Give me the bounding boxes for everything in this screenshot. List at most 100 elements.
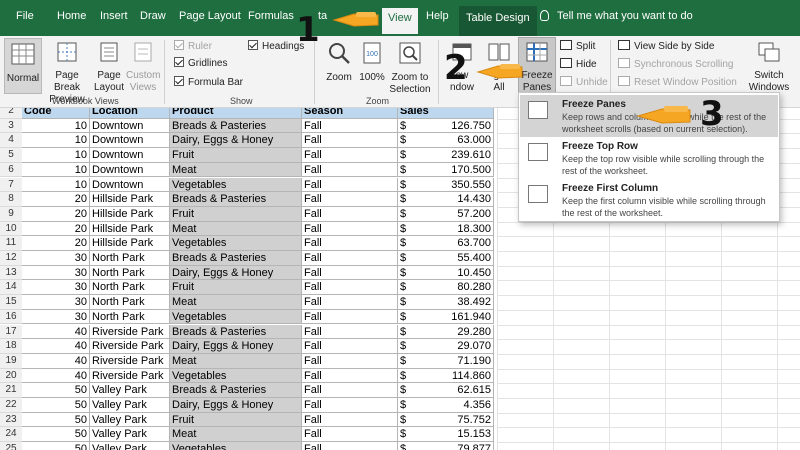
table-cell[interactable]: Breads & Pasteries [170, 118, 302, 134]
table-cell[interactable]: North Park [90, 280, 170, 296]
table-cell[interactable]: $80.280 [398, 280, 494, 296]
table-cell[interactable]: 30 [22, 265, 90, 281]
table-cell[interactable]: Meat [170, 295, 302, 310]
table-cell[interactable]: 20 [22, 221, 90, 237]
table-cell[interactable]: Fall [302, 398, 398, 413]
table-cell[interactable]: 30 [22, 295, 90, 310]
column-header-cell[interactable]: Location [90, 108, 170, 119]
table-cell[interactable]: Hillside Park [90, 221, 170, 237]
table-cell[interactable]: Valley Park [90, 398, 170, 413]
synchronous-scrolling-button[interactable]: Synchronous Scrolling [618, 58, 734, 72]
table-cell[interactable]: Fall [302, 118, 398, 134]
column-header-cell[interactable]: Season [302, 108, 398, 119]
gridlines-checkbox[interactable]: Gridlines [174, 57, 227, 71]
table-cell[interactable]: Fall [302, 221, 398, 237]
table-cell[interactable]: Breads & Pasteries [170, 192, 302, 207]
table-cell[interactable]: Fall [302, 442, 398, 450]
table-cell[interactable]: Fall [302, 177, 398, 193]
table-cell[interactable]: $62.615 [398, 383, 494, 398]
table-cell[interactable]: Valley Park [90, 412, 170, 428]
table-cell[interactable]: Hillside Park [90, 236, 170, 251]
table-cell[interactable]: Fall [302, 353, 398, 369]
table-cell[interactable]: $79.877 [398, 442, 494, 450]
table-cell[interactable]: 30 [22, 251, 90, 266]
row-header[interactable]: 17 [0, 324, 22, 340]
table-cell[interactable]: Fruit [170, 412, 302, 428]
table-cell[interactable]: Fall [302, 206, 398, 222]
split-button[interactable]: Split [560, 40, 595, 54]
row-header[interactable]: 20 [0, 368, 22, 384]
tab-page-layout[interactable]: Page Layout [179, 10, 241, 22]
table-cell[interactable]: 50 [22, 398, 90, 413]
menu-item-freeze-first-column[interactable]: Freeze First Column Keep the first colum… [520, 179, 778, 221]
zoom-button[interactable]: Zoom [322, 41, 356, 84]
table-cell[interactable]: $239.610 [398, 148, 494, 163]
table-cell[interactable]: 20 [22, 236, 90, 251]
unhide-button[interactable]: Unhide [560, 76, 608, 90]
table-cell[interactable]: Fall [302, 383, 398, 398]
table-cell[interactable]: $114.860 [398, 368, 494, 384]
row-header[interactable]: 24 [0, 427, 22, 443]
table-cell[interactable]: Fall [302, 324, 398, 340]
table-cell[interactable]: Fall [302, 162, 398, 178]
table-cell[interactable]: North Park [90, 295, 170, 310]
table-cell[interactable]: Fall [302, 368, 398, 384]
table-cell[interactable]: Riverside Park [90, 353, 170, 369]
table-cell[interactable]: Breads & Pasteries [170, 251, 302, 266]
table-cell[interactable]: Fall [302, 339, 398, 354]
table-cell[interactable]: Valley Park [90, 442, 170, 450]
tab-table-design[interactable]: Table Design [459, 6, 537, 36]
table-cell[interactable]: 10 [22, 162, 90, 178]
ruler-checkbox[interactable]: Ruler [174, 40, 212, 54]
row-header[interactable]: 5 [0, 148, 22, 163]
table-cell[interactable]: 50 [22, 427, 90, 443]
table-cell[interactable]: Vegetables [170, 236, 302, 251]
hide-button[interactable]: Hide [560, 58, 597, 72]
table-cell[interactable]: Downtown [90, 133, 170, 149]
normal-view-button[interactable]: Normal [4, 38, 42, 94]
table-cell[interactable]: $38.492 [398, 295, 494, 310]
table-cell[interactable]: $63.000 [398, 133, 494, 149]
table-cell[interactable]: 10 [22, 148, 90, 163]
menu-item-freeze-top-row[interactable]: Freeze Top Row Keep the top row visible … [520, 137, 778, 179]
table-cell[interactable]: Downtown [90, 177, 170, 193]
table-cell[interactable]: 40 [22, 353, 90, 369]
table-cell[interactable]: 50 [22, 412, 90, 428]
row-header[interactable]: 21 [0, 383, 22, 398]
row-header[interactable]: 8 [0, 192, 22, 207]
table-cell[interactable]: $170.500 [398, 162, 494, 178]
table-cell[interactable]: Fall [302, 295, 398, 310]
table-cell[interactable]: Fruit [170, 280, 302, 296]
table-cell[interactable]: Downtown [90, 162, 170, 178]
table-cell[interactable]: $71.190 [398, 353, 494, 369]
table-cell[interactable]: $29.070 [398, 339, 494, 354]
table-cell[interactable]: 10 [22, 133, 90, 149]
tab-home[interactable]: Home [57, 10, 86, 22]
table-cell[interactable]: 20 [22, 206, 90, 222]
row-header[interactable]: 3 [0, 118, 22, 134]
table-cell[interactable]: Dairy, Eggs & Honey [170, 265, 302, 281]
row-header[interactable]: 16 [0, 309, 22, 325]
table-cell[interactable]: Fruit [170, 206, 302, 222]
table-cell[interactable]: Meat [170, 162, 302, 178]
table-cell[interactable]: Meat [170, 221, 302, 237]
zoom-to-selection-button[interactable]: Zoom to Selection [388, 41, 432, 96]
row-header[interactable]: 7 [0, 177, 22, 193]
tab-insert[interactable]: Insert [100, 10, 128, 22]
column-header-cell[interactable]: Code [22, 108, 90, 119]
table-cell[interactable]: Dairy, Eggs & Honey [170, 339, 302, 354]
table-cell[interactable]: 50 [22, 383, 90, 398]
table-cell[interactable]: Fall [302, 265, 398, 281]
row-header[interactable]: 12 [0, 251, 22, 266]
row-header[interactable]: 10 [0, 221, 22, 237]
row-header[interactable]: 19 [0, 353, 22, 369]
table-cell[interactable]: 20 [22, 192, 90, 207]
column-header-cell[interactable]: Product [170, 108, 302, 119]
row-header[interactable]: 11 [0, 236, 22, 251]
table-cell[interactable]: $4.356 [398, 398, 494, 413]
table-cell[interactable]: North Park [90, 251, 170, 266]
table-cell[interactable]: $63.700 [398, 236, 494, 251]
table-cell[interactable]: Hillside Park [90, 192, 170, 207]
table-cell[interactable]: North Park [90, 309, 170, 325]
table-cell[interactable]: Fall [302, 412, 398, 428]
